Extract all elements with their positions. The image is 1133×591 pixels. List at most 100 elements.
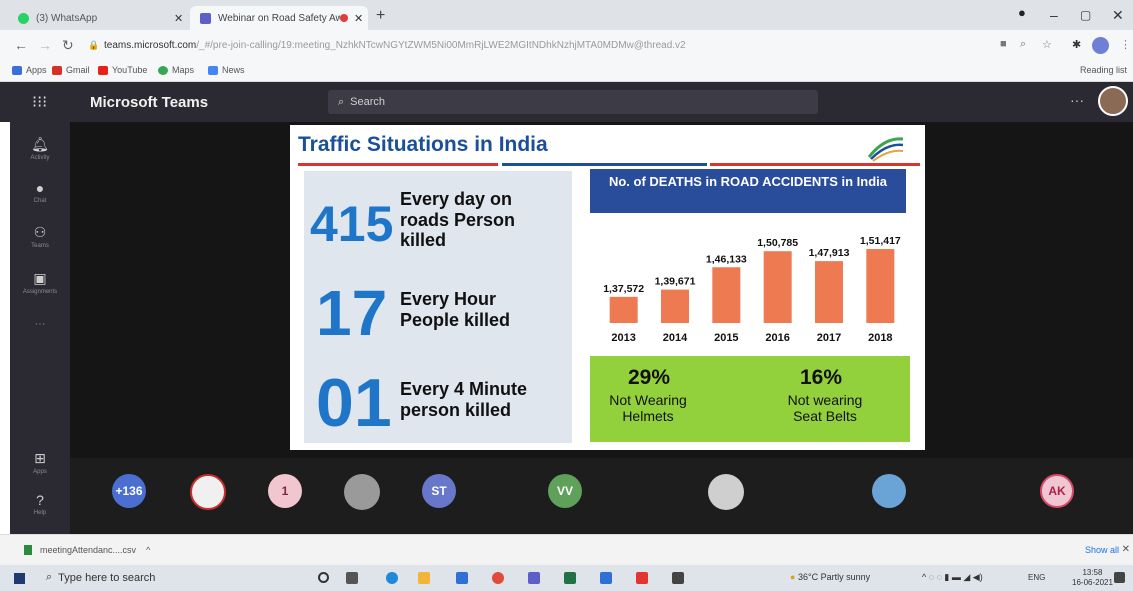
tick-label-2015: 2015 [714, 332, 738, 344]
file-explorer-icon[interactable] [418, 572, 430, 584]
recording-icon [340, 14, 348, 22]
stat-number-daily: 415 [310, 196, 394, 252]
excel-icon[interactable] [564, 572, 576, 584]
more-dots-icon: ··· [34, 318, 46, 330]
rail-label: Assignments [22, 289, 58, 295]
maximize-icon[interactable]: ▢ [1080, 8, 1091, 22]
bookmark-news[interactable]: News [208, 65, 245, 75]
extensions-icon[interactable]: ✱ [1072, 38, 1081, 51]
tab-webinar[interactable]: Webinar on Road Safety Aw... ✕ [190, 6, 368, 30]
edge-icon[interactable] [386, 572, 398, 584]
participant-avatar[interactable] [344, 474, 380, 510]
more-options-icon[interactable]: ··· [1070, 92, 1084, 108]
notifications-icon[interactable] [1114, 572, 1125, 583]
stat-line: Every 4 Minute [400, 379, 528, 399]
task-view-icon[interactable] [346, 572, 358, 584]
windows-start-icon[interactable] [14, 573, 25, 584]
sticky-notes-icon[interactable] [672, 572, 684, 584]
rail-more[interactable]: ··· [10, 318, 70, 330]
data-label-2014: 1,39,671 [655, 276, 696, 288]
app-launcher-icon[interactable]: ⁝⁝⁝ [32, 92, 47, 112]
search-input[interactable]: ⌕ Search [328, 90, 818, 114]
tab-close-icon[interactable]: ✕ [174, 12, 188, 25]
acrobat-icon[interactable] [636, 572, 648, 584]
taskbar-search-placeholder: Type here to search [58, 571, 156, 584]
label-line: Seat Belts [793, 408, 857, 425]
system-tray-icons[interactable]: ^ ◌ ◌ ▮ ▬ ◢ ◀) [922, 572, 983, 583]
bookmark-label: Maps [172, 65, 195, 75]
forward-icon[interactable]: → [38, 37, 52, 53]
user-avatar[interactable] [1098, 86, 1128, 116]
minimize-icon[interactable]: – [1050, 7, 1058, 23]
participant-avatar[interactable]: ST [422, 474, 456, 508]
participant-avatar[interactable] [190, 474, 226, 510]
participant-avatar[interactable] [708, 474, 744, 510]
deaths-bar-chart: 1,37,572 2013 1,39,671 2014 1,46,133 2015 1,50… [603, 235, 901, 344]
chrome-icon[interactable] [492, 572, 504, 584]
apps-icon: ⊞ [34, 450, 46, 466]
profile-avatar[interactable] [1092, 37, 1109, 54]
star-icon[interactable]: ☆ [1042, 38, 1052, 51]
cortana-icon[interactable] [318, 572, 329, 583]
reading-list-button[interactable]: Reading list [1080, 65, 1127, 75]
tab-whatsapp[interactable]: (3) WhatsApp ✕ [8, 6, 188, 30]
helmet-label: Not Wearing Helmets [596, 392, 700, 424]
help-icon: ? [36, 492, 44, 508]
tab-close-icon[interactable]: ✕ [354, 12, 368, 25]
bookmark-maps[interactable]: Maps [158, 65, 194, 75]
seatbelt-percent: 16% [800, 366, 843, 389]
rail-assignments[interactable]: ▣ Assignments [10, 270, 70, 295]
bell-icon: 🔔︎ [31, 136, 49, 152]
close-download-bar-icon[interactable]: ✕ [1122, 544, 1130, 555]
participant-overflow-count[interactable]: +136 [112, 474, 146, 508]
weather-widget[interactable]: ● 36°C Partly sunny [790, 572, 870, 582]
maps-icon [158, 65, 168, 75]
teams-taskbar-icon[interactable] [528, 572, 540, 584]
back-icon[interactable]: ← [14, 37, 28, 53]
title-underline-red [298, 163, 498, 166]
title-underline-blue [502, 163, 707, 166]
stat-line: People killed [400, 309, 511, 330]
rail-activity[interactable]: 🔔︎ Activity [10, 136, 70, 161]
url-path: /_#/pre-join-calling/19:meeting_NzhkNTcw… [196, 39, 686, 51]
language-indicator[interactable]: ENG [1028, 573, 1045, 582]
mail-icon[interactable] [600, 572, 612, 584]
stat-text-hourly: Every Hour People killed [400, 289, 510, 330]
participant-avatar[interactable]: VV [548, 474, 582, 508]
bookmark-label: Apps [26, 65, 47, 75]
rail-label: Activity [30, 155, 50, 161]
participant-avatar[interactable]: AK [1040, 474, 1074, 508]
stat-text-daily: Every day on roads Person killed [400, 189, 515, 251]
participant-avatar[interactable]: 1 [268, 474, 302, 508]
slide-title: Traffic Situations in India [298, 133, 548, 156]
rail-chat[interactable]: ● Chat [10, 180, 70, 204]
tab-label: Webinar on Road Safety Aw... [218, 12, 340, 24]
close-window-icon[interactable]: ✕ [1112, 7, 1124, 24]
bookmark-gmail[interactable]: Gmail [52, 65, 90, 75]
zoom-icon[interactable]: ⌕ [1020, 38, 1026, 51]
youtube-icon [98, 65, 108, 75]
new-tab-icon[interactable]: + [376, 7, 385, 25]
reload-icon[interactable]: ↻ [62, 37, 74, 54]
rail-teams[interactable]: ⚇ Teams [10, 224, 70, 249]
participant-avatar[interactable] [872, 474, 906, 508]
stat-number-minute: 01 [316, 365, 392, 441]
show-all-button[interactable]: Show all [1085, 545, 1119, 555]
teams-header: ⁝⁝⁝ Microsoft Teams ⌕ Search ··· [0, 82, 1133, 122]
taskbar-search-input[interactable]: ⌕ Type here to search [46, 571, 155, 584]
menu-dots-icon[interactable]: ⋮ [1120, 38, 1131, 51]
rail-help[interactable]: ? Help [10, 492, 70, 516]
bookmark-youtube[interactable]: YouTube [98, 65, 147, 75]
taskbar-clock[interactable]: 13:58 16-06-2021 [1072, 568, 1113, 587]
url-field[interactable]: 🔒 teams.microsoft.com /_#/pre-join-calli… [88, 35, 988, 55]
rail-apps[interactable]: ⊞ Apps [10, 450, 70, 475]
tab-label: (3) WhatsApp [36, 12, 98, 24]
camera-icon[interactable]: ■ [1000, 38, 1007, 50]
chevron-up-icon[interactable]: ^ [146, 545, 150, 555]
account-circle-icon[interactable]: ● [1018, 5, 1026, 20]
stat-text-minute: Every 4 Minute person killed [400, 379, 527, 420]
store-icon[interactable] [456, 572, 468, 584]
data-label-2016: 1,50,785 [757, 237, 798, 249]
bookmark-apps[interactable]: Apps [12, 65, 47, 75]
download-item[interactable]: meetingAttendanc....csv ^ [24, 545, 150, 555]
